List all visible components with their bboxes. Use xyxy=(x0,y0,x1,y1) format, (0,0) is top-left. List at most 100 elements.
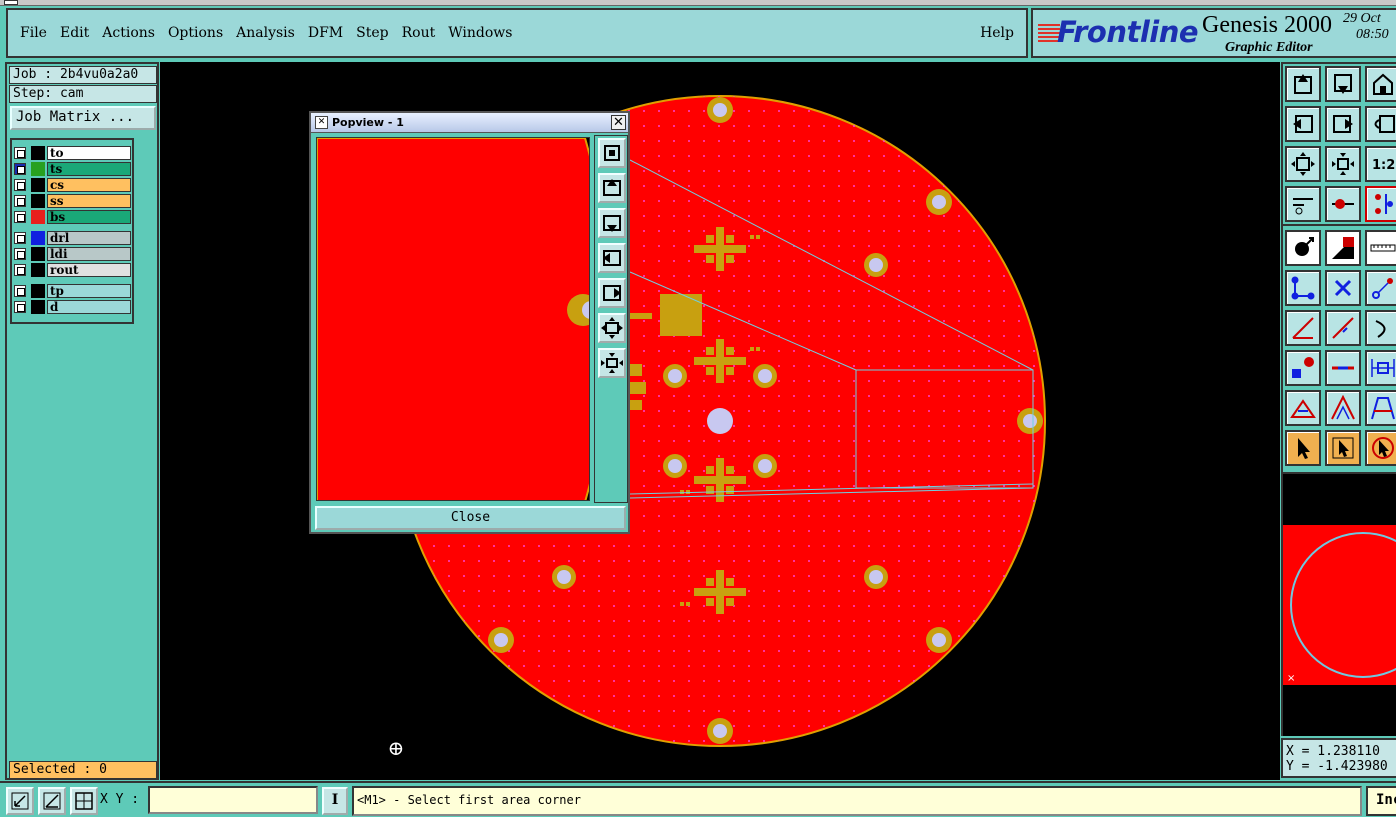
layer-name[interactable]: rout xyxy=(47,263,131,277)
draw-arc-icon[interactable] xyxy=(1365,310,1396,346)
layer-row-d[interactable]: d xyxy=(14,300,132,314)
close-icon[interactable]: ✕ xyxy=(611,115,626,130)
layer-name[interactable]: bs xyxy=(47,210,131,224)
line-angle-icon[interactable] xyxy=(1285,310,1321,346)
angle-snap-icon[interactable] xyxy=(38,787,66,815)
select-pointer-icon[interactable] xyxy=(1325,430,1361,466)
popview-canvas[interactable] xyxy=(316,137,590,501)
menu-windows[interactable]: Windows xyxy=(448,25,512,41)
layer-checkbox[interactable] xyxy=(14,211,26,223)
layer-row-drl[interactable]: drl xyxy=(14,231,132,245)
pan-right-icon[interactable] xyxy=(1325,106,1361,142)
layer-name[interactable]: ldi xyxy=(47,247,131,261)
draw-line-icon[interactable] xyxy=(1325,310,1361,346)
info-button[interactable]: I xyxy=(322,787,348,815)
layer-color-swatch[interactable] xyxy=(31,162,45,176)
pan-down-icon[interactable] xyxy=(598,208,626,238)
layer-color-swatch[interactable] xyxy=(31,231,45,245)
layer-checkbox[interactable] xyxy=(14,248,26,260)
pointer-icon[interactable] xyxy=(1285,430,1321,466)
triangle-measure-icon[interactable] xyxy=(1325,390,1361,426)
layer-checkbox[interactable] xyxy=(14,301,26,313)
delete-node-icon[interactable] xyxy=(1325,270,1361,306)
layer-checkbox[interactable] xyxy=(14,195,26,207)
job-matrix-button[interactable]: Job Matrix ... xyxy=(10,106,156,130)
menu-help[interactable]: Help xyxy=(980,25,1014,41)
pan-right-icon[interactable] xyxy=(598,278,626,308)
pan-left-icon[interactable] xyxy=(1285,106,1321,142)
layer-row-to[interactable]: to xyxy=(14,146,132,160)
segment-icon[interactable] xyxy=(1325,350,1361,386)
add-surface-icon[interactable] xyxy=(1325,230,1361,266)
popview-titlebar[interactable]: ✕ Popview - 1 ✕ xyxy=(311,113,628,133)
window-control-icon[interactable] xyxy=(4,0,18,5)
units-button[interactable]: Inc xyxy=(1366,786,1396,816)
layer-color-swatch[interactable] xyxy=(31,210,45,224)
layer-checkbox[interactable] xyxy=(14,264,26,276)
menu-analysis[interactable]: Analysis xyxy=(236,25,295,41)
layer-name[interactable]: drl xyxy=(47,231,131,245)
layer-row-rout[interactable]: rout xyxy=(14,263,132,277)
layer-color-swatch[interactable] xyxy=(31,247,45,261)
menu-dfm[interactable]: DFM xyxy=(308,25,343,41)
layer-row-ss[interactable]: ss xyxy=(14,194,132,208)
angle-measure-icon[interactable] xyxy=(1285,390,1321,426)
zoom-out-icon[interactable] xyxy=(1325,146,1361,182)
popview-close-button[interactable]: Close xyxy=(315,506,626,530)
ruler-icon[interactable] xyxy=(1365,230,1396,266)
layer-name[interactable]: cs xyxy=(47,178,131,192)
layer-row-tp[interactable]: tp xyxy=(14,284,132,298)
snap-point-icon[interactable] xyxy=(1325,186,1361,222)
layer-checkbox[interactable] xyxy=(14,179,26,191)
layer-row-bs[interactable]: bs xyxy=(14,210,132,224)
layer-color-swatch[interactable] xyxy=(31,178,45,192)
layer-checkbox[interactable] xyxy=(14,285,26,297)
menu-edit[interactable]: Edit xyxy=(60,25,89,41)
menu-options[interactable]: Options xyxy=(168,25,223,41)
connect-icon[interactable] xyxy=(1365,186,1396,222)
pan-up-icon[interactable] xyxy=(598,173,626,203)
move-node-icon[interactable] xyxy=(1365,270,1396,306)
pan-up-icon[interactable] xyxy=(1285,66,1321,102)
zoom-window-icon[interactable] xyxy=(598,138,626,168)
popview-window-icon[interactable]: ✕ xyxy=(315,116,328,129)
zoom-1-2-icon[interactable]: 1:2 xyxy=(1365,146,1396,182)
pad-to-pad-icon[interactable] xyxy=(1285,350,1321,386)
layer-name[interactable]: d xyxy=(47,300,131,314)
home-icon[interactable] xyxy=(1365,66,1396,102)
trapezoid-measure-icon[interactable] xyxy=(1365,390,1396,426)
layer-color-swatch[interactable] xyxy=(31,300,45,314)
layer-name[interactable]: tp xyxy=(47,284,131,298)
menu-step[interactable]: Step xyxy=(356,25,388,41)
pan-left-icon[interactable] xyxy=(598,243,626,273)
layer-checkbox[interactable] xyxy=(14,163,26,175)
layer-checkbox[interactable] xyxy=(14,147,26,159)
layer-row-cs[interactable]: cs xyxy=(14,178,132,192)
layer-row-ldi[interactable]: ldi xyxy=(14,247,132,261)
layer-name[interactable]: to xyxy=(47,146,131,160)
menu-actions[interactable]: Actions xyxy=(102,25,155,41)
zoom-in-icon[interactable] xyxy=(1285,146,1321,182)
pan-down-icon[interactable] xyxy=(1325,66,1361,102)
grid-snap-icon[interactable] xyxy=(70,787,98,815)
select-nodes-icon[interactable] xyxy=(1285,270,1321,306)
menu-file[interactable]: File xyxy=(20,25,47,41)
distance-icon[interactable] xyxy=(1365,350,1396,386)
zoom-in-icon[interactable] xyxy=(598,313,626,343)
layer-name[interactable]: ts xyxy=(47,162,131,176)
area-pointer-icon[interactable] xyxy=(1365,430,1396,466)
menu-rout[interactable]: Rout xyxy=(402,25,436,41)
layer-checkbox[interactable] xyxy=(14,232,26,244)
layer-color-swatch[interactable] xyxy=(31,146,45,160)
xy-input[interactable] xyxy=(148,786,318,814)
layer-color-swatch[interactable] xyxy=(31,194,45,208)
measure-tool-icon[interactable] xyxy=(1285,186,1321,222)
overview-map[interactable]: × xyxy=(1281,472,1396,736)
layer-color-swatch[interactable] xyxy=(31,284,45,298)
layer-name[interactable]: ss xyxy=(47,194,131,208)
layer-row-ts[interactable]: ts xyxy=(14,162,132,176)
resize-icon[interactable] xyxy=(6,787,34,815)
undo-zoom-icon[interactable] xyxy=(1365,106,1396,142)
zoom-out-icon[interactable] xyxy=(598,348,626,378)
layer-color-swatch[interactable] xyxy=(31,263,45,277)
